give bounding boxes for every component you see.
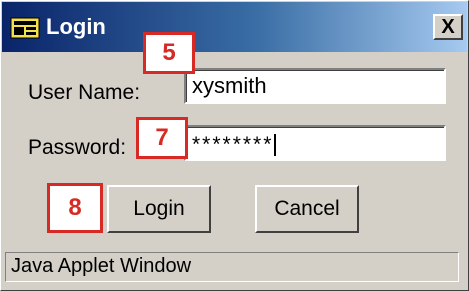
title-bar[interactable]: Login X: [2, 2, 467, 52]
status-bar: Java Applet Window: [5, 252, 459, 282]
close-icon: X: [441, 16, 455, 38]
cancel-button[interactable]: Cancel: [255, 185, 359, 233]
password-value: ********: [192, 133, 274, 156]
password-field[interactable]: ********: [184, 125, 446, 161]
callout-badge-username: 5: [143, 32, 195, 74]
callout-number: 8: [68, 194, 82, 221]
callout-badge-password: 7: [136, 117, 188, 159]
callout-number: 5: [162, 39, 176, 66]
cancel-button-label: Cancel: [274, 197, 340, 220]
login-dialog: Login X User Name: xysmith Password: ***…: [0, 0, 469, 291]
username-value: xysmith: [192, 73, 267, 98]
applet-window-icon: [10, 17, 40, 39]
username-field[interactable]: xysmith: [184, 68, 446, 104]
text-caret: [274, 134, 277, 157]
window-title: Login: [46, 14, 106, 39]
status-text: Java Applet Window: [11, 255, 192, 277]
callout-badge-login: 8: [47, 183, 103, 233]
close-button[interactable]: X: [433, 14, 463, 40]
login-button[interactable]: Login: [107, 185, 211, 233]
username-label: User Name:: [28, 81, 141, 104]
password-label: Password:: [28, 136, 127, 159]
login-button-label: Login: [133, 197, 185, 220]
callout-number: 7: [155, 124, 169, 151]
